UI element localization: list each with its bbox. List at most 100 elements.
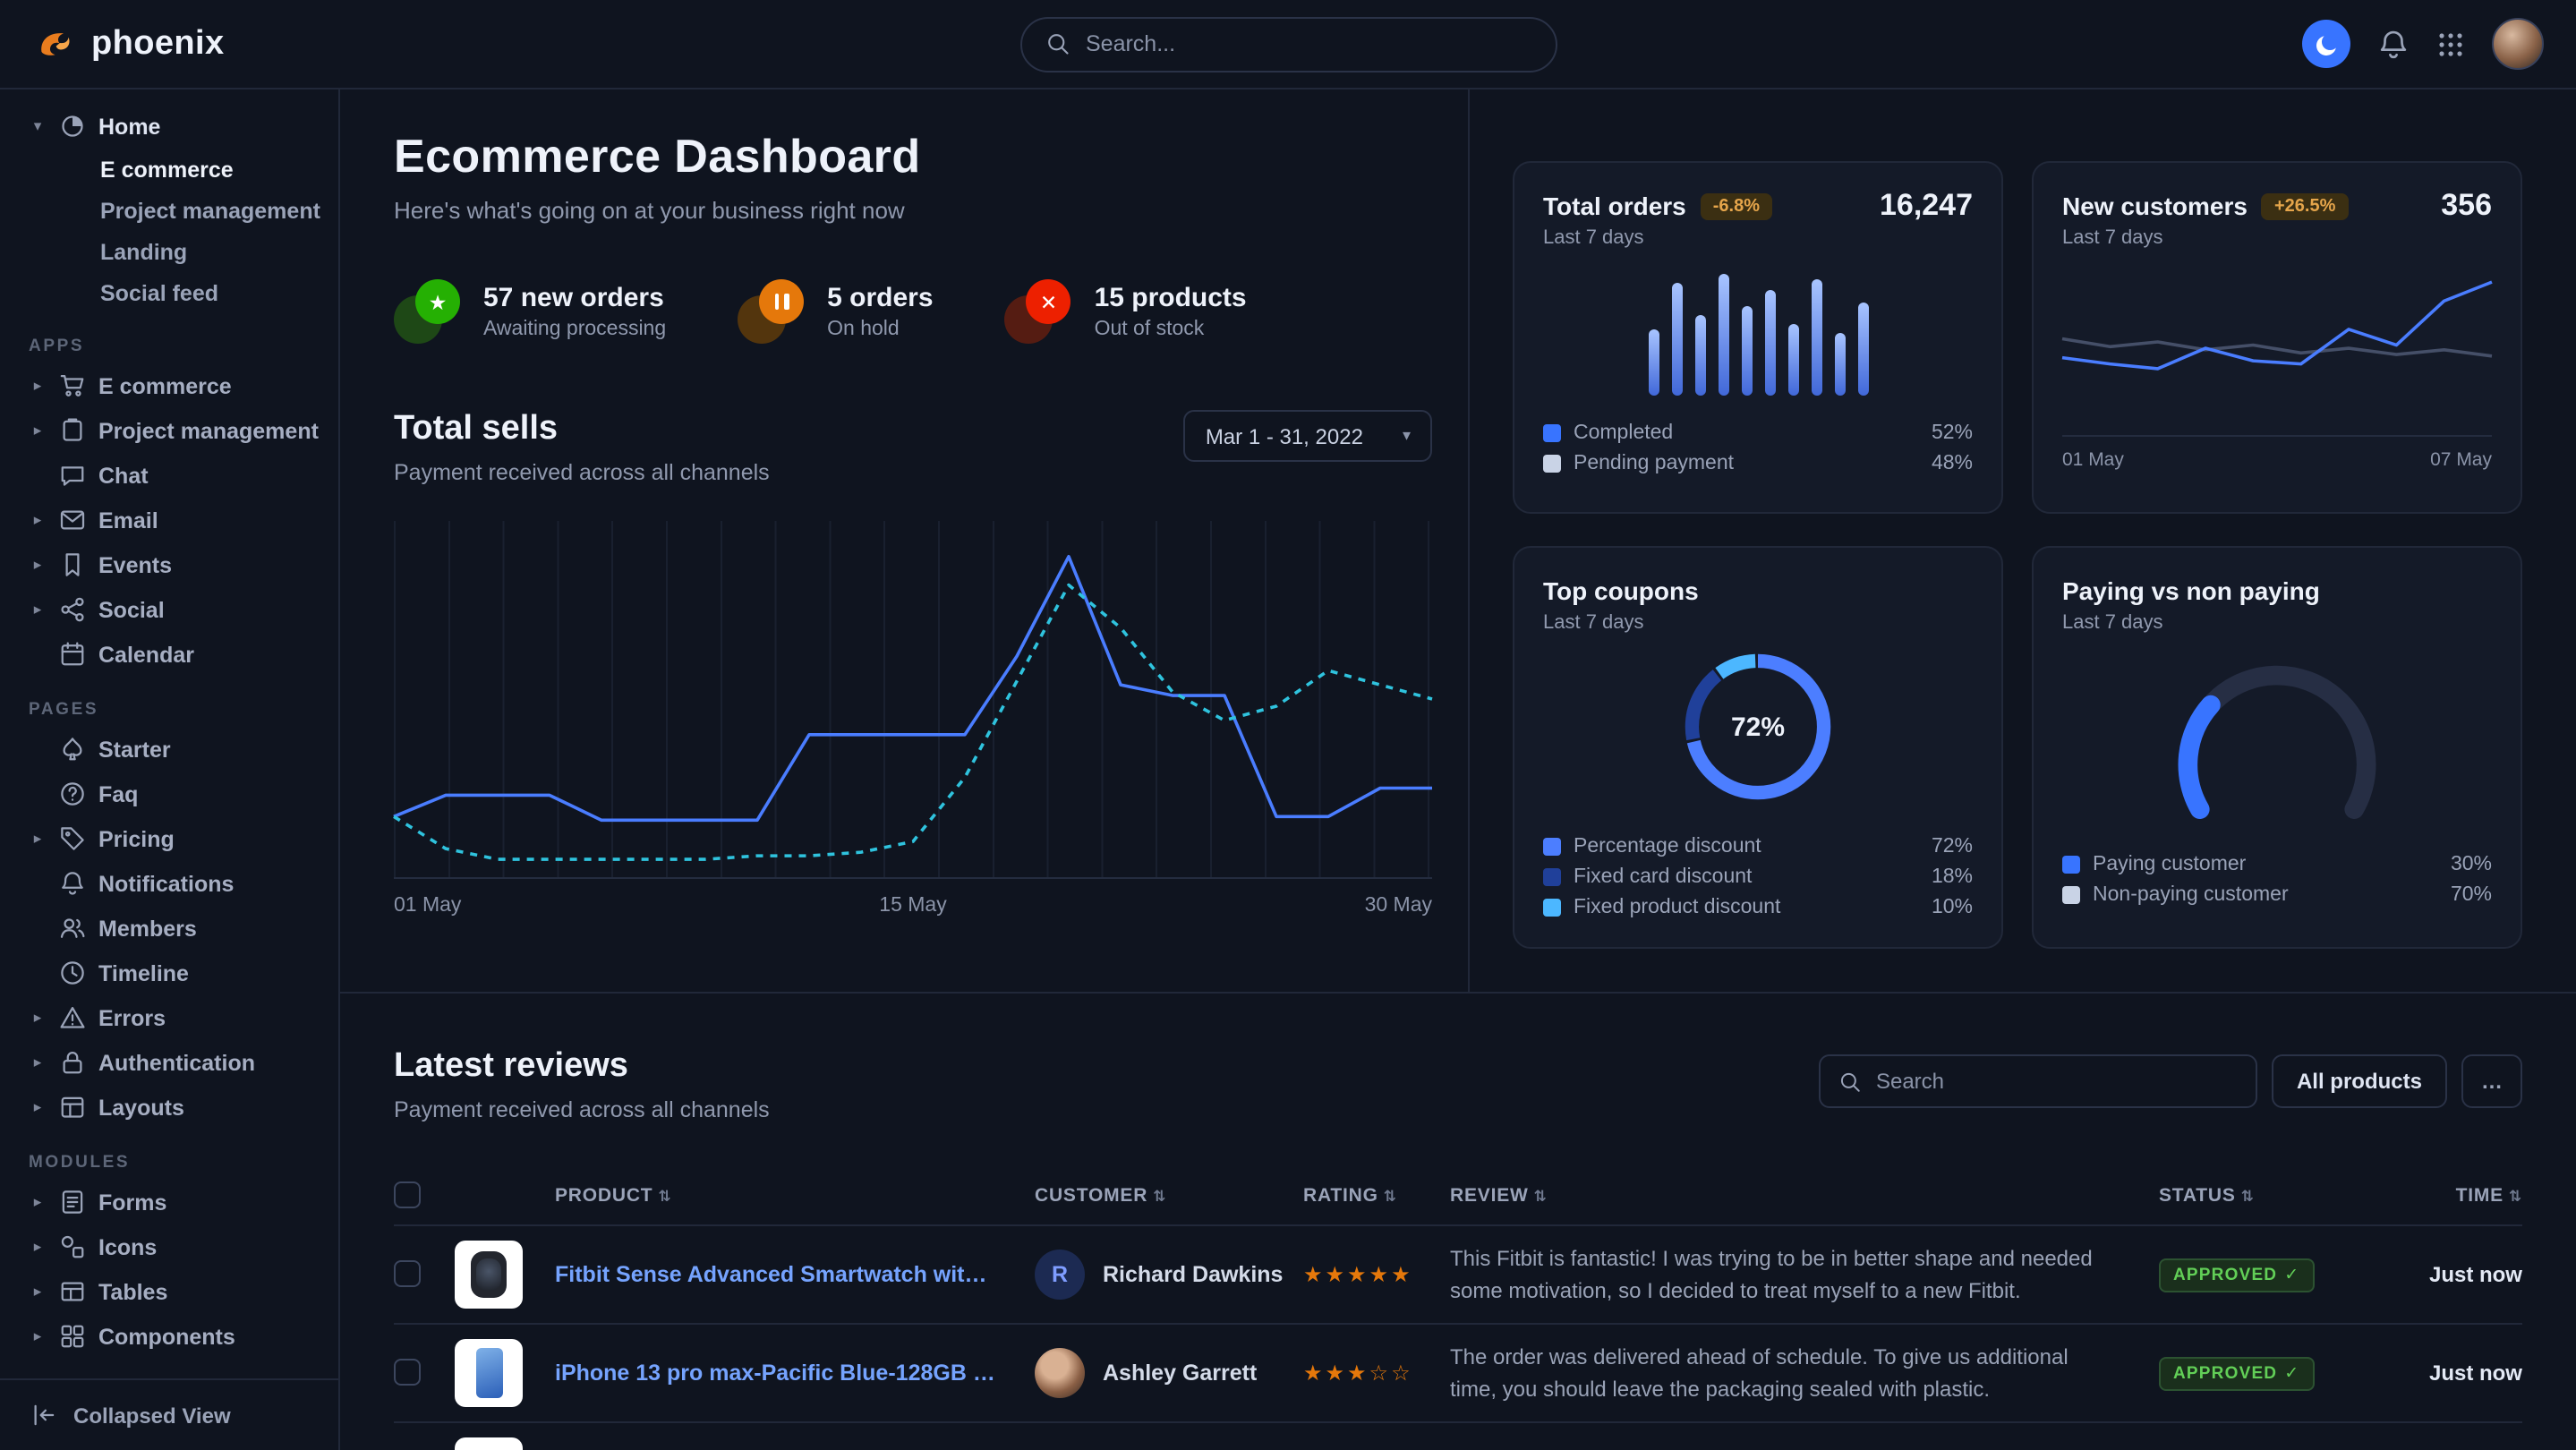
stat-on-hold: 5 ordersOn hold: [738, 277, 933, 345]
stat-value: 57 new orders: [483, 283, 666, 313]
sidebar-item-layouts[interactable]: ▸Layouts: [14, 1085, 324, 1130]
search-icon: [1045, 31, 1070, 56]
sidebar-item-notifications[interactable]: Notifications: [14, 861, 324, 906]
latest-reviews-title: Latest reviews: [394, 1047, 770, 1087]
product-link[interactable]: Fitbit Sense Advanced Smartwatch with To…: [555, 1262, 1035, 1287]
collapsed-view-toggle[interactable]: Collapsed View: [0, 1378, 338, 1450]
product-link[interactable]: iPhone 13 pro max-Pacific Blue-128GB sto…: [555, 1360, 1035, 1386]
x-tick-end: 07 May: [2430, 449, 2492, 471]
table-cell: APPROVED ✓: [2159, 1257, 2383, 1292]
legend-swatch: [1543, 454, 1561, 472]
sidebar-item-pricing[interactable]: ▸Pricing: [14, 816, 324, 861]
review-text: The order was delivered ahead of schedul…: [1450, 1341, 2159, 1405]
new-customers-x-axis: 01 May 07 May: [2062, 435, 2492, 471]
legend-swatch: [1543, 867, 1561, 885]
table-cell: [455, 1241, 555, 1309]
reviews-search-input[interactable]: [1876, 1069, 2238, 1094]
total-orders-period: Last 7 days: [1543, 227, 1973, 249]
sidebar-item-starter[interactable]: Starter: [14, 727, 324, 772]
row-checkbox[interactable]: [394, 1360, 421, 1386]
sidebar-item-events[interactable]: ▸Events: [14, 542, 324, 587]
bell-icon: [59, 870, 86, 897]
stat-text: 5 ordersOn hold: [827, 283, 933, 340]
column-header-product[interactable]: PRODUCT⇅: [555, 1184, 1035, 1206]
sidebar-item-faq[interactable]: Faq: [14, 772, 324, 816]
legend-item-paying-customer: Paying customer30%: [2062, 849, 2492, 879]
total-sells-line-chart: [394, 521, 1432, 877]
legend-swatch: [1543, 837, 1561, 855]
sidebar-item-e-commerce[interactable]: E commerce: [14, 149, 324, 190]
legend-value: 52%: [1932, 422, 1973, 443]
sidebar-item-home[interactable]: ▾ Home: [14, 104, 324, 149]
caret-icon: ▸: [29, 829, 47, 849]
sidebar-item-tables[interactable]: ▸Tables: [14, 1269, 324, 1314]
caret-icon: ▾: [29, 116, 47, 136]
pause-bar: [774, 294, 779, 310]
sidebar-item-project-management[interactable]: ▸Project management: [14, 408, 324, 453]
theme-toggle-button[interactable]: [2302, 20, 2350, 68]
sidebar-item-social-feed[interactable]: Social feed: [14, 272, 324, 313]
search-input[interactable]: [1086, 31, 1531, 56]
bar: [1671, 282, 1682, 396]
navbar-actions: [2302, 18, 2544, 70]
sidebar-item-label: Members: [98, 916, 197, 941]
column-header-customer[interactable]: CUSTOMER⇅: [1035, 1184, 1303, 1206]
date-range-select[interactable]: Mar 1 - 31, 2022 ▾: [1184, 410, 1432, 462]
table-icon: [59, 1278, 86, 1305]
caret-icon: ▸: [29, 376, 47, 396]
check-icon: ✓: [2284, 1364, 2299, 1384]
sidebar-item-label: Home: [98, 114, 160, 139]
sidebar-item-e-commerce[interactable]: ▸ E commerce: [14, 363, 324, 408]
sidebar-item-project-management[interactable]: Project management: [14, 190, 324, 231]
sidebar-item-members[interactable]: Members: [14, 906, 324, 951]
donut-center-label: 72%: [1676, 644, 1840, 809]
x-tick-start: 01 May: [2062, 449, 2124, 471]
sort-icon: ⇅: [1534, 1186, 1548, 1204]
column-header-review[interactable]: REVIEW⇅: [1450, 1184, 2159, 1206]
legend-label: Completed: [1574, 422, 1673, 443]
sidebar-item-landing[interactable]: Landing: [14, 231, 324, 272]
star-stat-icon: ★: [394, 277, 462, 345]
reviews-search[interactable]: [1819, 1054, 2257, 1108]
column-header-rating[interactable]: RATING⇅: [1303, 1184, 1450, 1206]
sidebar-item-authentication[interactable]: ▸Authentication: [14, 1040, 324, 1085]
more-actions-button[interactable]: …: [2461, 1054, 2522, 1108]
sidebar-item-label: Errors: [98, 1005, 166, 1030]
customer-name: Richard Dawkins: [1103, 1262, 1283, 1287]
caret-icon: ▸: [29, 1053, 47, 1072]
bar: [1834, 334, 1845, 396]
sidebar-item-errors[interactable]: ▸Errors: [14, 995, 324, 1040]
sidebar-item-chat[interactable]: Chat: [14, 453, 324, 498]
legend-swatch: [1543, 898, 1561, 916]
column-header-status[interactable]: STATUS⇅: [2159, 1184, 2383, 1206]
apps-grid-icon[interactable]: [2436, 30, 2465, 58]
sidebar-item-calendar[interactable]: Calendar: [14, 632, 324, 677]
gauge-chart: [2161, 648, 2393, 827]
select-all-checkbox[interactable]: [394, 1181, 421, 1208]
check-icon: ✓: [2284, 1266, 2299, 1285]
legend-label: Fixed product discount: [1574, 896, 1780, 917]
sidebar-item-forms[interactable]: ▸Forms: [14, 1180, 324, 1224]
top-coupons-period: Last 7 days: [1543, 612, 1973, 634]
user-avatar[interactable]: [2492, 18, 2544, 70]
row-checkbox[interactable]: [394, 1261, 421, 1288]
sidebar-item-social[interactable]: ▸Social: [14, 587, 324, 632]
sidebar-item-icons[interactable]: ▸Icons: [14, 1224, 324, 1269]
sidebar-item-timeline[interactable]: Timeline: [14, 951, 324, 995]
notifications-bell-icon[interactable]: [2377, 28, 2410, 60]
column-header-time[interactable]: TIME⇅: [2383, 1184, 2522, 1206]
cross-icon: ✕: [1027, 279, 1071, 324]
phoenix-logo-icon: [32, 21, 77, 66]
paying-period: Last 7 days: [2062, 612, 2492, 634]
sidebar-item-components[interactable]: ▸Components: [14, 1314, 324, 1359]
stat-awaiting-processing: ★57 new ordersAwaiting processing: [394, 277, 666, 345]
table-row: iPhone 13 pro max-Pacific Blue-128GB sto…: [394, 1325, 2522, 1423]
all-products-button[interactable]: All products: [2272, 1054, 2447, 1108]
sort-icon: ⇅: [1384, 1186, 1397, 1204]
total-sells-title: Total sells: [394, 410, 770, 449]
global-search[interactable]: [1019, 16, 1557, 72]
brand[interactable]: phoenix: [32, 21, 225, 66]
stat-caption: Out of stock: [1095, 319, 1247, 340]
sidebar-item-label: E commerce: [98, 373, 232, 398]
sidebar-item-email[interactable]: ▸Email: [14, 498, 324, 542]
